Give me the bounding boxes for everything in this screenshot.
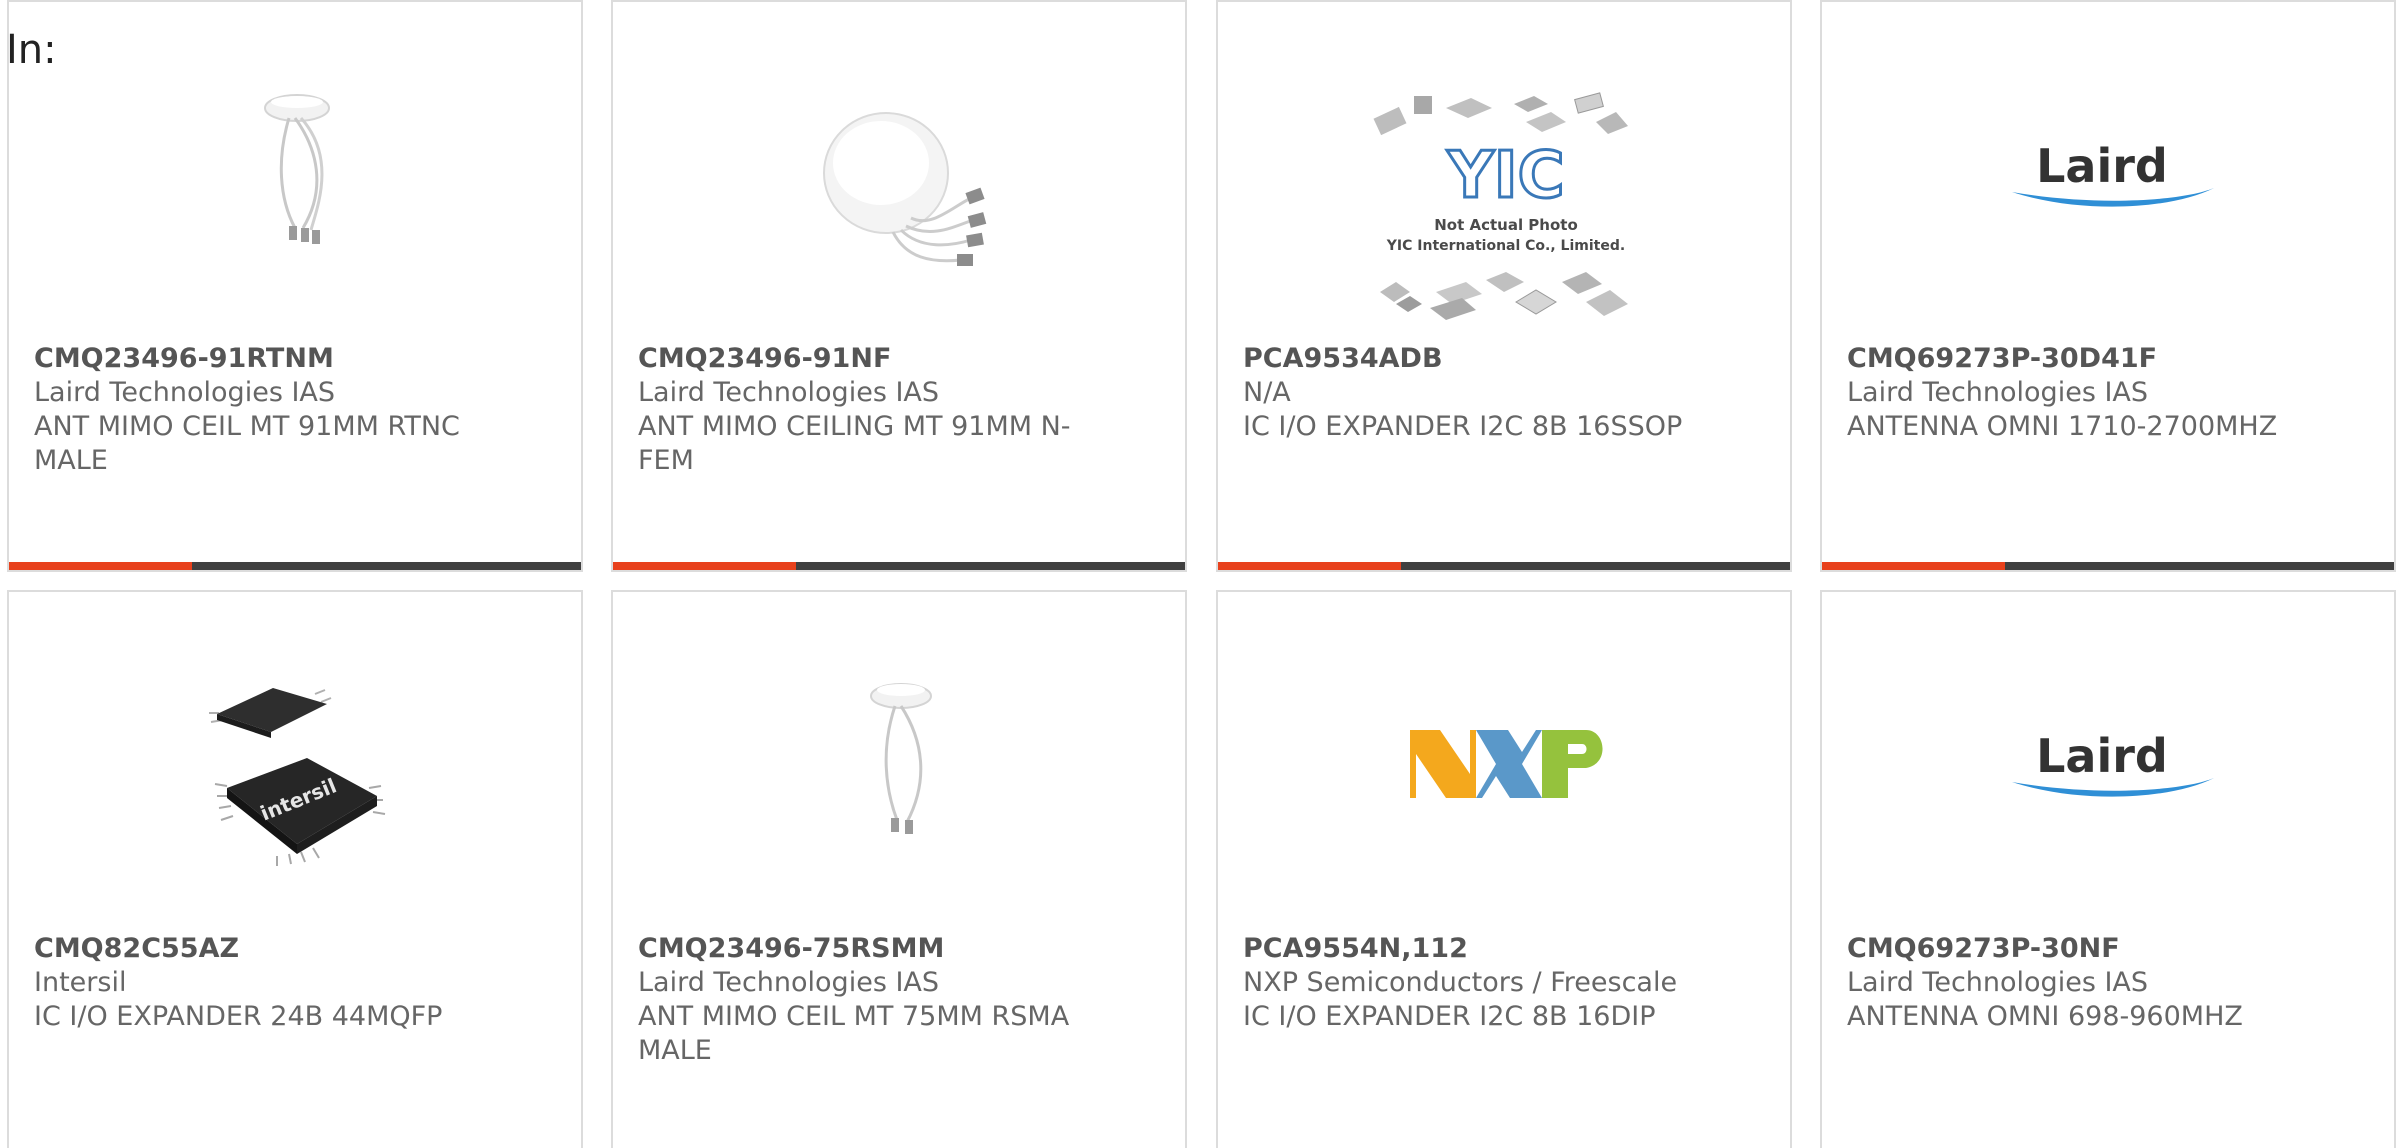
description: ANT MIMO CEIL MT 91MM RTNC MALE: [34, 411, 460, 476]
part-number[interactable]: CMQ69273P-30D41F: [1847, 342, 2307, 376]
qfp-chip-image: intersil: [197, 668, 397, 868]
progress-bar: [9, 562, 581, 570]
filter-label: In:: [6, 27, 57, 73]
description: ANT MIMO CEIL MT 75MM RSMA MALE: [638, 1001, 1070, 1066]
image-caption: YIC International Co., Limited.: [1386, 238, 1625, 254]
manufacturer: Laird Technologies IAS: [1847, 377, 2149, 408]
part-number[interactable]: PCA9534ADB: [1243, 342, 1703, 376]
manufacturer: Laird Technologies IAS: [1847, 967, 2149, 998]
product-grid-page: In: CMQ23496-91RTNM Laird Technologies I…: [0, 0, 2400, 1148]
image-caption: Not Actual Photo: [1434, 216, 1578, 234]
product-card[interactable]: CMQ23496-75RSMM Laird Technologies IAS A…: [611, 590, 1187, 1148]
laird-logo: Laird: [2000, 122, 2220, 222]
description: ANTENNA OMNI 698-960MHZ: [1847, 1001, 2243, 1032]
product-card[interactable]: intersil CMQ82C55AZ Intersil IC I/O EXPA…: [7, 590, 583, 1148]
product-info: CMQ23496-91RTNM Laird Technologies IAS A…: [34, 342, 494, 478]
manufacturer: N/A: [1243, 377, 1291, 408]
manufacturer: Laird Technologies IAS: [638, 377, 940, 408]
laird-logo-text: Laird: [2036, 729, 2168, 783]
description: IC I/O EXPANDER I2C 8B 16SSOP: [1243, 411, 1683, 442]
progress-bar: [1822, 562, 2394, 570]
product-card[interactable]: CMQ23496-91RTNM Laird Technologies IAS A…: [7, 0, 583, 572]
progress-fill: [1822, 562, 2006, 570]
product-card[interactable]: Laird CMQ69273P-30D41F Laird Technologie…: [1820, 0, 2396, 572]
manufacturer: NXP Semiconductors / Freescale: [1243, 967, 1678, 998]
ceiling-antenna-image: [801, 78, 1001, 278]
nxp-logo: NXP: [1396, 712, 1616, 812]
manufacturer: Intersil: [34, 967, 127, 998]
part-number[interactable]: CMQ23496-91NF: [638, 342, 1098, 376]
progress-fill: [1218, 562, 1402, 570]
description: IC I/O EXPANDER 24B 44MQFP: [34, 1001, 443, 1032]
description: ANTENNA OMNI 1710-2700MHZ: [1847, 411, 2278, 442]
progress-fill: [9, 562, 193, 570]
product-info: PCA9534ADB N/A IC I/O EXPANDER I2C 8B 16…: [1243, 342, 1703, 444]
product-info: CMQ82C55AZ Intersil IC I/O EXPANDER 24B …: [34, 932, 494, 1034]
part-number[interactable]: CMQ69273P-30NF: [1847, 932, 2307, 966]
product-info: CMQ69273P-30D41F Laird Technologies IAS …: [1847, 342, 2307, 444]
laird-logo: Laird: [2000, 712, 2220, 812]
part-number[interactable]: PCA9554N,112: [1243, 932, 1703, 966]
laird-logo-text: Laird: [2036, 139, 2168, 193]
ceiling-antenna-image: [801, 668, 1001, 868]
product-info: CMQ23496-91NF Laird Technologies IAS ANT…: [638, 342, 1098, 478]
progress-bar: [1218, 562, 1790, 570]
product-info: CMQ69273P-30NF Laird Technologies IAS AN…: [1847, 932, 2307, 1034]
manufacturer: Laird Technologies IAS: [638, 967, 940, 998]
product-card[interactable]: NXP PCA9554N,112 NXP Semiconductors / Fr…: [1216, 590, 1792, 1148]
ceiling-antenna-image: [197, 78, 397, 278]
yic-logo: YIC: [1446, 139, 1564, 213]
part-number[interactable]: CMQ23496-75RSMM: [638, 932, 1098, 966]
product-card[interactable]: YIC Not Actual Photo YIC International C…: [1216, 0, 1792, 572]
description: IC I/O EXPANDER I2C 8B 16DIP: [1243, 1001, 1656, 1032]
progress-fill: [613, 562, 797, 570]
product-info: PCA9554N,112 NXP Semiconductors / Freesc…: [1243, 932, 1703, 1034]
nxp-logo-text: NXP: [1504, 809, 1509, 811]
progress-bar: [613, 562, 1185, 570]
part-number[interactable]: CMQ82C55AZ: [34, 932, 494, 966]
part-number[interactable]: CMQ23496-91RTNM: [34, 342, 494, 376]
product-card[interactable]: Laird CMQ69273P-30NF Laird Technologies …: [1820, 590, 2396, 1148]
product-card[interactable]: CMQ23496-91NF Laird Technologies IAS ANT…: [611, 0, 1187, 572]
not-actual-photo-image: YIC Not Actual Photo YIC International C…: [1366, 82, 1646, 332]
product-info: CMQ23496-75RSMM Laird Technologies IAS A…: [638, 932, 1098, 1068]
description: ANT MIMO CEILING MT 91MM N-FEM: [638, 411, 1071, 476]
manufacturer: Laird Technologies IAS: [34, 377, 336, 408]
